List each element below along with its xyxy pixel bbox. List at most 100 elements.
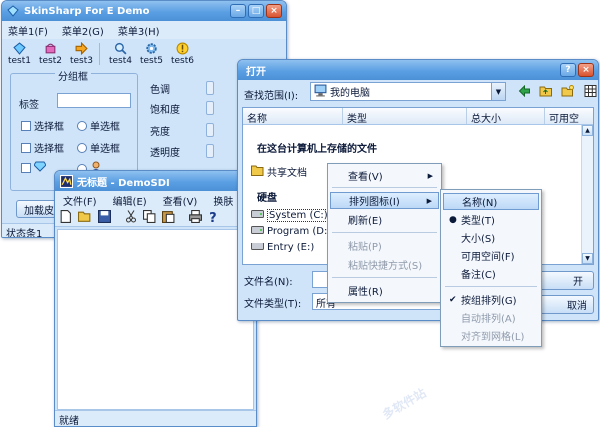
look-in-combo[interactable]: 我的电脑 ▼ xyxy=(310,82,506,101)
up-folder-icon[interactable] xyxy=(538,83,554,99)
list-item-drive-c[interactable]: System (C:) xyxy=(251,209,330,222)
gem-icon xyxy=(33,161,47,175)
section-disks-heading: 硬盘 xyxy=(257,193,277,204)
look-in-value: 我的电脑 xyxy=(330,88,370,99)
sdi-toolbar: ? xyxy=(55,209,256,227)
hard-drive-icon xyxy=(251,210,264,221)
list-item-shared-docs[interactable]: 共享文档 xyxy=(251,164,307,179)
sdi-client-area[interactable] xyxy=(57,229,254,410)
opacity-slider[interactable] xyxy=(206,144,214,158)
toolbar-test2[interactable]: test2 xyxy=(37,41,64,67)
sdi-window: 无标题 - DemoSDI 文件(F) 编辑(E) 查看(V) 换肤 ? 就绪 xyxy=(54,170,257,427)
main-status-text: 状态条1 xyxy=(6,229,43,238)
toolbar-test4[interactable]: test4 xyxy=(107,41,134,67)
toolbar-test1[interactable]: test1 xyxy=(6,41,33,67)
slider-label-hue: 色调 xyxy=(150,85,170,96)
view-menu-icon[interactable] xyxy=(582,83,598,99)
slider-label-saturation: 饱和度 xyxy=(150,105,180,116)
folder-icon xyxy=(251,165,264,179)
scroll-down-icon[interactable]: ▼ xyxy=(582,253,593,264)
svg-text:?: ? xyxy=(209,210,217,222)
new-folder-icon[interactable] xyxy=(560,83,576,99)
sdi-menu-file[interactable]: 文件(F) xyxy=(63,193,97,208)
save-icon[interactable] xyxy=(98,209,111,226)
saturation-slider[interactable] xyxy=(206,101,214,115)
checkbox-2[interactable]: 选择框 xyxy=(21,140,64,155)
column-name[interactable]: 名称 xyxy=(243,108,343,124)
field-label: 标签 xyxy=(19,100,39,111)
menu-view[interactable]: 查看(V) ▶ xyxy=(330,167,439,184)
toolbar-test3[interactable]: test3 xyxy=(68,41,95,67)
help-icon[interactable]: ? xyxy=(208,210,219,226)
paste-icon[interactable] xyxy=(162,210,175,226)
dialog-close-button[interactable]: × xyxy=(578,63,594,77)
checkbox-3[interactable] xyxy=(21,161,47,175)
section-files-heading: 在这台计算机上存储的文件 xyxy=(257,144,377,155)
submenu-auto-arrange[interactable]: 自动排列(A) xyxy=(443,309,539,326)
menu-refresh[interactable]: 刷新(E) xyxy=(330,211,439,228)
submenu-group-by[interactable]: ✔ 按组排列(G) xyxy=(443,291,539,308)
submenu-free-space[interactable]: 可用空间(F) xyxy=(443,247,539,264)
list-item-drive-d[interactable]: Program (D:) xyxy=(251,226,331,237)
computer-icon xyxy=(314,84,327,100)
text-field[interactable] xyxy=(57,93,131,108)
sdi-menubar: 文件(F) 编辑(E) 查看(V) 换肤 xyxy=(55,191,256,209)
diamond-icon xyxy=(13,41,27,55)
bullet-icon: ● xyxy=(449,214,457,225)
toolbar-test6[interactable]: test6 xyxy=(169,41,196,67)
main-window-titlebar[interactable]: SkinSharp For E Demo – □ × xyxy=(2,1,286,21)
radio-2[interactable]: 单选框 xyxy=(77,140,120,155)
open-dialog-titlebar[interactable]: 打开 ? × xyxy=(238,60,598,80)
column-total-size[interactable]: 总大小 xyxy=(467,108,545,124)
list-item-drive-e[interactable]: Entry (E:) xyxy=(251,243,314,252)
menu-item-3[interactable]: 菜单3(H) xyxy=(118,23,160,38)
main-window-title: SkinSharp For E Demo xyxy=(24,5,150,17)
new-file-icon[interactable] xyxy=(59,209,72,226)
sdi-status-bar: 就绪 xyxy=(55,410,256,426)
hue-slider[interactable] xyxy=(206,81,214,95)
submenu-name[interactable]: 名称(N) xyxy=(443,193,539,210)
help-button[interactable]: ? xyxy=(560,63,576,77)
sdi-menu-skin[interactable]: 换肤 xyxy=(213,193,233,208)
gear-icon xyxy=(145,41,159,55)
menu-arrange-icons[interactable]: 排列图标(I) ▶ xyxy=(330,192,439,209)
scroll-up-icon[interactable]: ▲ xyxy=(582,125,593,136)
submenu-arrow-icon: ▶ xyxy=(427,171,433,180)
column-free-space[interactable]: 可用空 xyxy=(545,108,593,124)
group-box-title: 分组框 xyxy=(55,68,91,83)
submenu-comment[interactable]: 备注(C) xyxy=(443,265,539,282)
basket-icon xyxy=(44,41,58,55)
menu-item-1[interactable]: 菜单1(F) xyxy=(8,23,48,38)
maximize-button[interactable]: □ xyxy=(248,4,264,18)
menu-paste[interactable]: 粘贴(P) xyxy=(330,237,439,254)
menu-separator xyxy=(332,232,437,233)
sdi-menu-edit[interactable]: 编辑(E) xyxy=(113,193,147,208)
sdi-status-text: 就绪 xyxy=(59,416,79,427)
toolbar-test5[interactable]: test5 xyxy=(138,41,165,67)
radio-1[interactable]: 单选框 xyxy=(77,118,120,133)
menu-properties[interactable]: 属性(R) xyxy=(330,282,439,299)
submenu-align-grid[interactable]: 对齐到网格(L) xyxy=(443,327,539,344)
copy-icon[interactable] xyxy=(143,209,156,226)
brightness-slider[interactable] xyxy=(206,123,214,137)
checkbox-1[interactable]: 选择框 xyxy=(21,118,64,133)
hard-drive-icon xyxy=(251,243,264,252)
list-scrollbar[interactable]: ▲ ▼ xyxy=(581,125,593,264)
minimize-button[interactable]: – xyxy=(230,4,246,18)
slider-label-opacity: 透明度 xyxy=(150,148,180,159)
chevron-down-icon[interactable]: ▼ xyxy=(491,83,505,100)
cut-icon[interactable] xyxy=(125,209,137,226)
print-icon[interactable] xyxy=(189,209,202,226)
sdi-menu-view[interactable]: 查看(V) xyxy=(163,193,198,208)
submenu-size[interactable]: 大小(S) xyxy=(443,229,539,246)
menu-item-2[interactable]: 菜单2(G) xyxy=(62,23,104,38)
back-arrow-icon[interactable] xyxy=(516,83,532,99)
menu-separator xyxy=(332,277,437,278)
open-folder-icon[interactable] xyxy=(78,210,92,226)
submenu-type[interactable]: ● 类型(T) xyxy=(443,211,539,228)
menu-paste-shortcut[interactable]: 粘贴快捷方式(S) xyxy=(330,256,439,273)
close-button[interactable]: × xyxy=(266,4,282,18)
sdi-window-titlebar[interactable]: 无标题 - DemoSDI xyxy=(55,171,256,191)
column-type[interactable]: 类型 xyxy=(343,108,467,124)
sdi-window-title: 无标题 - DemoSDI xyxy=(77,177,170,189)
